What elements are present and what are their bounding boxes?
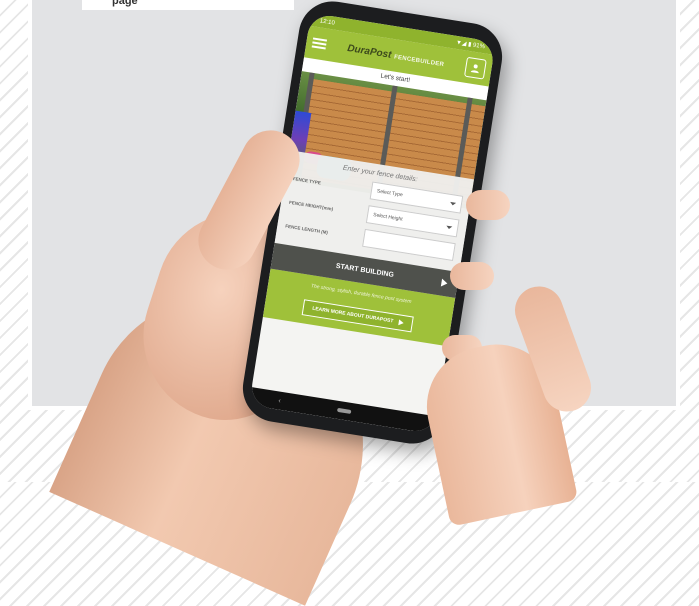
logo-sub-text: FENCEBUILDER [393, 53, 445, 68]
fence-height-label: FENCE HEIGHT(mm) [288, 199, 334, 212]
fence-type-value: Select Type [376, 188, 404, 199]
fence-length-label: FENCE LENGTH (M) [285, 222, 329, 235]
learn-more-label: LEARN MORE ABOUT DURAPOST [311, 305, 394, 325]
back-nav-icon[interactable]: ‹ [278, 397, 281, 404]
home-pill-icon[interactable] [336, 407, 352, 414]
hamburger-menu-icon[interactable] [311, 37, 328, 50]
play-arrow-icon [397, 319, 404, 326]
durapost-logo: DuraPost FENCEBUILDER [347, 43, 446, 69]
start-building-label: START BUILDING [335, 262, 395, 279]
logo-main-text: DuraPost [346, 42, 393, 61]
hand-finger [466, 190, 510, 220]
play-arrow-icon [440, 278, 449, 288]
fence-type-label: FENCE TYPE [292, 175, 322, 185]
hand-finger [450, 262, 494, 290]
page-label: page [82, 0, 294, 10]
fence-height-value: Select Height [372, 212, 404, 223]
user-account-icon[interactable] [463, 56, 487, 80]
chevron-down-icon [449, 201, 457, 206]
learn-more-button[interactable]: LEARN MORE ABOUT DURAPOST [302, 299, 414, 333]
chevron-down-icon [446, 225, 453, 230]
status-time: 12:10 [319, 17, 336, 27]
